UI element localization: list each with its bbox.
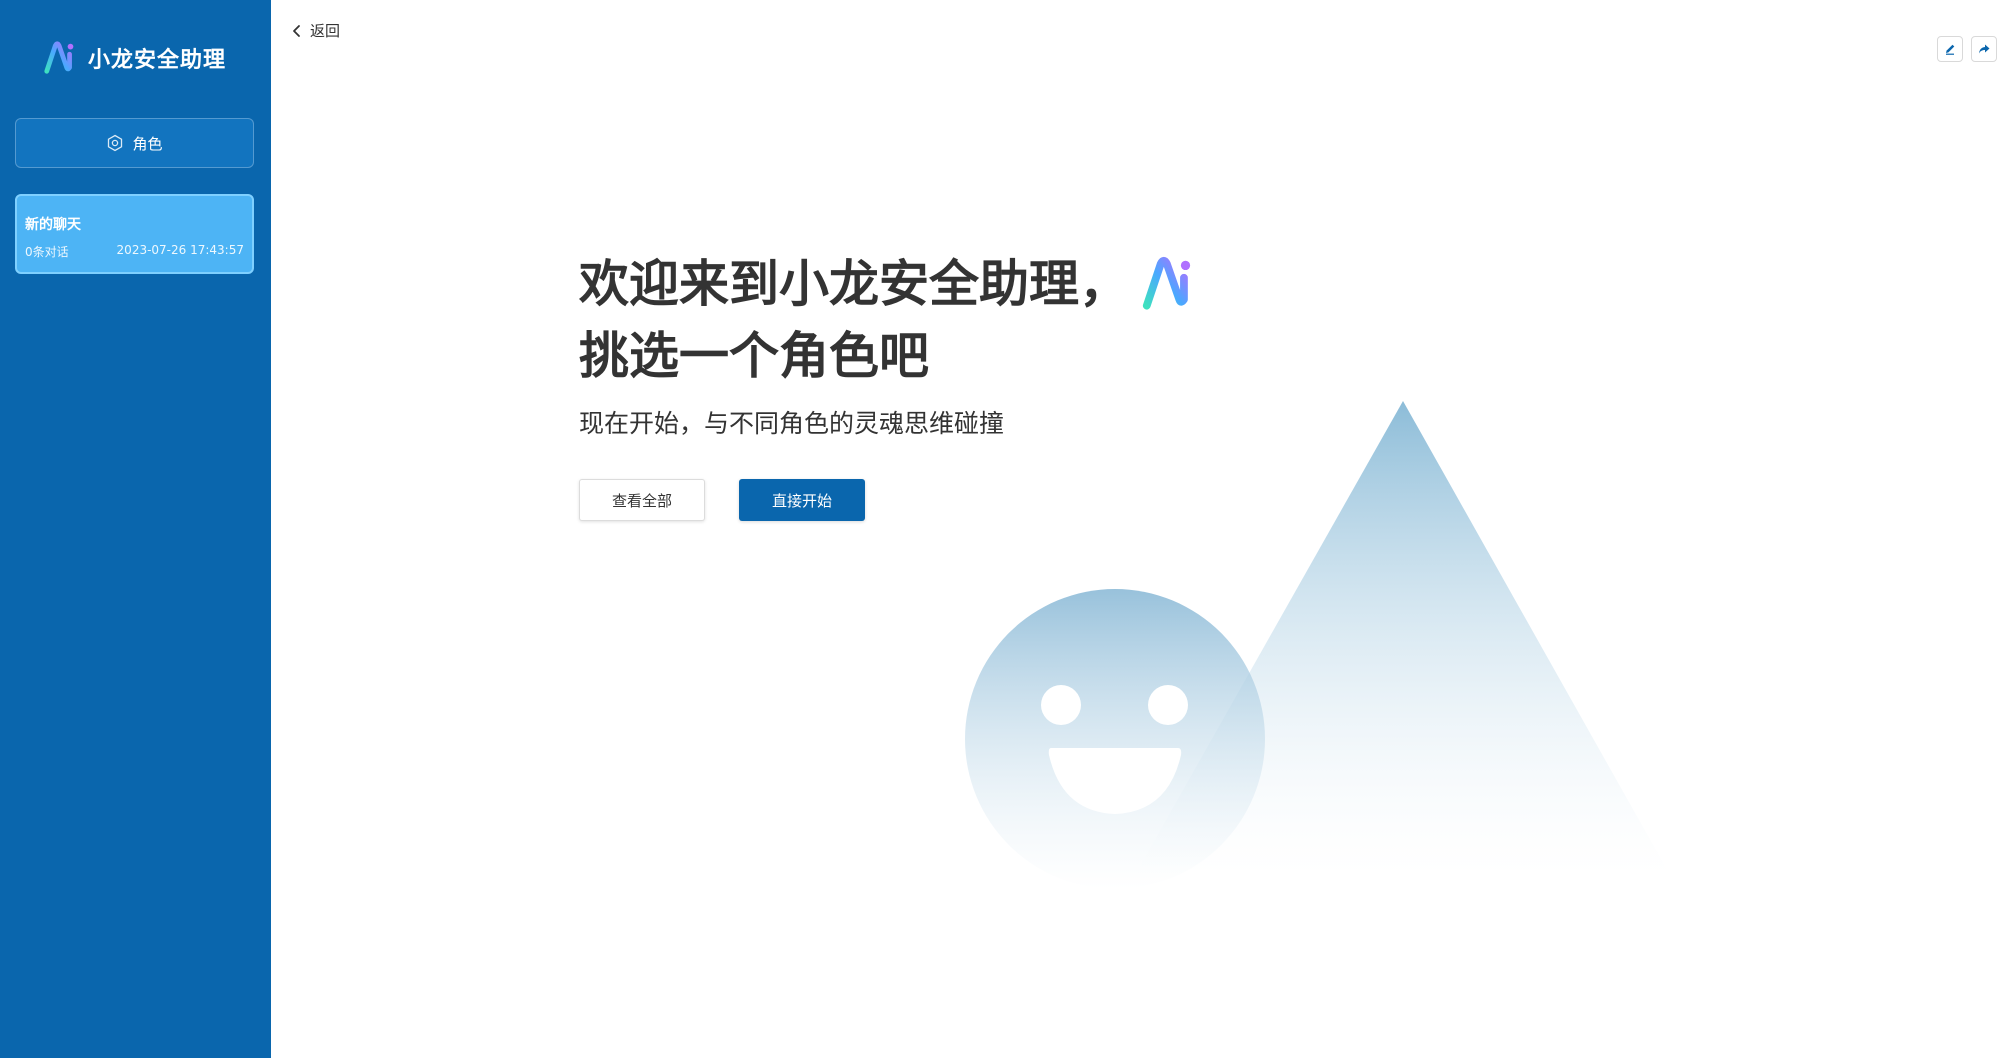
chat-item[interactable]: 新的聊天 0条对话 2023-07-26 17:43:57 (15, 194, 254, 274)
view-all-button[interactable]: 查看全部 (579, 479, 705, 521)
headline-line-1: 欢迎来到小龙安全助理， (579, 255, 1129, 313)
ai-logo-icon (44, 41, 74, 74)
top-actions (1929, 36, 1997, 62)
edit-icon (1946, 44, 1955, 55)
role-button-label: 角色 (132, 134, 163, 153)
hexagon-settings-icon (106, 134, 124, 152)
edit-button[interactable] (1937, 36, 1963, 62)
ai-logo-icon (1142, 256, 1191, 310)
headline-line-2: 挑选一个角色吧 (579, 327, 929, 385)
sidebar: 小龙安全助理 角色 新的聊天 0条对话 2023-07-26 17:43:57 (0, 0, 271, 1058)
welcome-headline: 欢迎来到小龙安全助理， 挑选一个角色吧 (579, 248, 1201, 392)
app-name: 小龙安全助理 (88, 48, 227, 73)
role-button[interactable]: 角色 (15, 118, 254, 168)
back-button[interactable]: 返回 (290, 20, 340, 41)
chevron-left-icon (290, 24, 304, 38)
welcome-subtitle: 现在开始，与不同角色的灵魂思维碰撞 (579, 409, 1005, 438)
start-button[interactable]: 直接开始 (739, 479, 865, 521)
smiley-triangle-illustration (965, 401, 1670, 889)
chat-title: 新的聊天 (25, 217, 81, 233)
chat-message-count: 0条对话 (25, 245, 69, 259)
app-window: 小龙安全助理 角色 新的聊天 0条对话 2023-07-26 17:43:57 … (0, 0, 2015, 1058)
back-label: 返回 (310, 22, 341, 40)
app-logo: 小龙安全助理 (42, 38, 226, 78)
chat-timestamp: 2023-07-26 17:43:57 (116, 243, 244, 257)
share-button[interactable] (1971, 36, 1997, 62)
share-icon (1979, 44, 1990, 54)
